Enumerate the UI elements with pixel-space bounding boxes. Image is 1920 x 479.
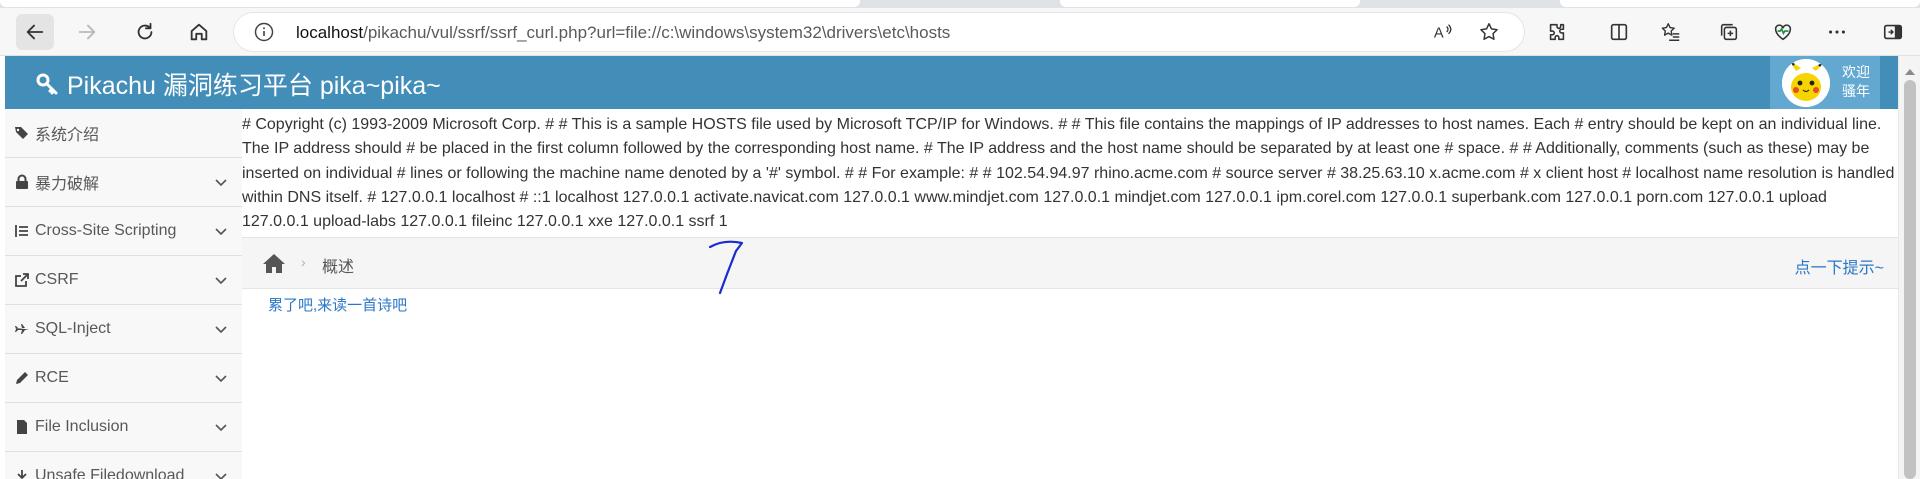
brand-title: Pikachu 漏洞练习平台 pika~pika~	[67, 72, 441, 100]
hint-link[interactable]: 点一下提示~	[1795, 254, 1884, 278]
refresh-button[interactable]	[126, 14, 164, 50]
collections-button[interactable]	[1710, 14, 1748, 50]
forward-button[interactable]	[68, 14, 106, 50]
sidebar-item-unsafe-filedownload[interactable]: Unsafe Filedownload	[5, 452, 242, 479]
poem-link[interactable]: 累了吧,来读一首诗吧	[268, 294, 407, 315]
more-dots-icon	[1829, 30, 1845, 34]
chevron-down-icon	[215, 326, 227, 334]
key-icon	[36, 73, 58, 95]
address-bar[interactable]: localhost/pikachu/vul/ssrf/ssrf_curl.php…	[234, 13, 1524, 51]
main-content: # Copyright (c) 1993-2009 Microsoft Corp…	[242, 109, 1898, 479]
breadcrumb-separator-icon: ›	[301, 254, 306, 270]
user-menu[interactable]: 欢迎 骚年	[1770, 56, 1880, 109]
performance-button[interactable]	[1764, 14, 1802, 50]
favorites-list-icon	[1661, 23, 1680, 41]
tags-icon	[13, 124, 31, 142]
home-button[interactable]	[180, 14, 218, 50]
sidebar-item-label: SQL-Inject	[35, 320, 111, 337]
download-icon	[13, 467, 31, 479]
sidebar-item-label: Unsafe Filedownload	[35, 467, 185, 479]
more-button[interactable]	[1818, 14, 1856, 50]
chevron-down-icon	[215, 277, 227, 285]
indent-icon	[13, 222, 31, 240]
sidebar-item-label: CSRF	[35, 271, 79, 288]
sidebar-item-label: Cross-Site Scripting	[35, 222, 177, 239]
share-square-icon	[13, 271, 31, 289]
breadcrumb-current: 概述	[322, 259, 355, 276]
svg-text:A: A	[1434, 26, 1444, 42]
sidebar-toggle-button[interactable]	[1874, 14, 1912, 50]
avatar	[1782, 59, 1830, 107]
page-scrollbar[interactable]	[1898, 56, 1920, 479]
chevron-down-icon	[215, 179, 227, 187]
sidebar: 系统介绍 暴力破解 Cross-Site Scripting CSRF SQL-…	[5, 109, 242, 479]
read-aloud-icon[interactable]: A	[1432, 21, 1454, 43]
sidebar-item-label: 暴力破解	[35, 176, 100, 193]
scroll-up-arrow-icon[interactable]	[1904, 68, 1916, 76]
sidebar-item-rce[interactable]: RCE	[5, 354, 242, 403]
lock-icon	[13, 173, 31, 191]
welcome-line2: 骚年	[1842, 83, 1870, 99]
pikachu-avatar-icon	[1782, 59, 1830, 107]
tab-edge[interactable]	[1060, 0, 1360, 7]
sidebar-item-csrf[interactable]: CSRF	[5, 256, 242, 305]
file-icon	[13, 418, 31, 436]
sidebar-item-intro[interactable]: 系统介绍	[5, 109, 242, 158]
back-button[interactable]	[16, 14, 54, 50]
chevron-down-icon	[215, 228, 227, 236]
puzzle-icon	[1549, 23, 1565, 41]
active-tab-edge[interactable]	[0, 0, 860, 7]
home-icon	[190, 23, 208, 41]
extensions-button[interactable]	[1538, 14, 1576, 50]
welcome-text: 欢迎 骚年	[1842, 63, 1876, 101]
home-icon[interactable]	[262, 252, 286, 274]
favorites-button[interactable]	[1652, 14, 1690, 50]
chevron-down-icon	[215, 473, 227, 479]
sidebar-item-file-inclusion[interactable]: File Inclusion	[5, 403, 242, 452]
arrow-left-icon	[26, 24, 44, 40]
chevron-down-icon	[215, 424, 227, 432]
fighter-jet-icon	[13, 320, 31, 338]
welcome-line1: 欢迎	[1842, 64, 1870, 80]
tab-strip	[0, 0, 1920, 8]
sidebar-item-label: 系统介绍	[35, 127, 100, 144]
heart-pulse-icon	[1774, 24, 1792, 41]
hand-drawn-arrow-annotation	[708, 240, 744, 295]
app-header: Pikachu 漏洞练习平台 pika~pika~ 欢迎 骚年	[5, 56, 1898, 109]
sidebar-item-sql-inject[interactable]: SQL-Inject	[5, 305, 242, 354]
star-icon[interactable]	[1478, 21, 1500, 43]
split-screen-icon	[1610, 23, 1628, 41]
pencil-icon	[13, 369, 31, 387]
sidebar-item-label: RCE	[35, 369, 69, 386]
arrow-right-icon	[78, 24, 96, 40]
browser-toolbar: localhost/pikachu/vul/ssrf/ssrf_curl.php…	[0, 8, 1920, 56]
url-text[interactable]: localhost/pikachu/vul/ssrf/ssrf_curl.php…	[296, 23, 950, 43]
scrollbar-thumb[interactable]	[1904, 80, 1916, 479]
breadcrumb: › 概述 点一下提示~	[242, 237, 1898, 289]
sidebar-item-label: File Inclusion	[35, 418, 129, 435]
tab-edge[interactable]	[1560, 0, 1920, 7]
url-path: /pikachu/vul/ssrf/ssrf_curl.php?url=file…	[363, 23, 951, 42]
collections-icon	[1720, 23, 1738, 41]
site-info-icon[interactable]	[254, 22, 274, 42]
sidebar-item-brute-force[interactable]: 暴力破解	[5, 158, 242, 207]
ssrf-response-output: # Copyright (c) 1993-2009 Microsoft Corp…	[242, 116, 1895, 231]
split-screen-button[interactable]	[1600, 14, 1638, 50]
sidebar-toggle-icon	[1883, 24, 1903, 40]
sidebar-item-xss[interactable]: Cross-Site Scripting	[5, 207, 242, 256]
chevron-down-icon	[215, 375, 227, 383]
url-host: localhost	[296, 23, 364, 42]
brand[interactable]: Pikachu 漏洞练习平台 pika~pika~	[35, 66, 441, 102]
refresh-icon	[137, 22, 153, 40]
